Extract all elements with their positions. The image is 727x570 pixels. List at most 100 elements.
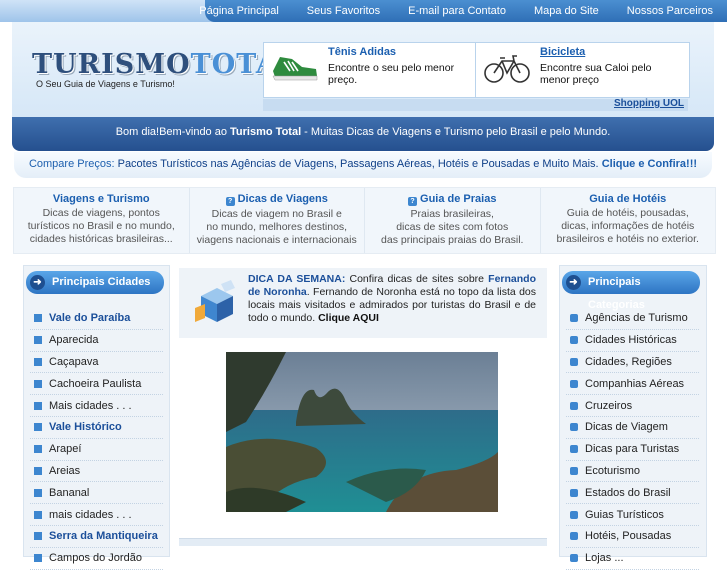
sidebar-category-label: Agências de Turismo [585, 312, 688, 325]
sidebar-cities-title: Principais Cidades [52, 276, 151, 288]
feature-line: brasileiros e hotéis no exterior. [556, 233, 699, 245]
tip-text: DICA DA SEMANA: Confira dicas de sites s… [248, 273, 536, 325]
feature-line: no mundo, melhores destinos, [206, 221, 348, 233]
sidebar-city-item[interactable]: Areias [30, 461, 163, 483]
sidebar-city-item[interactable]: mais cidades . . . [30, 504, 163, 526]
top-navigation: Página Principal Seus Favoritos E-mail p… [0, 0, 727, 22]
nav-contact-email[interactable]: E-mail para Contato [394, 5, 520, 17]
featured-photo[interactable] [226, 352, 498, 512]
bullet-square-icon [34, 423, 42, 432]
ad-sneaker-title[interactable]: Tênis Adidas [328, 46, 396, 58]
sidebar-city-label: Vale Histórico [49, 421, 122, 434]
sidebar-categories: ➜ Principais Categorias Agências de Turis… [559, 265, 707, 570]
bullet-square-icon [34, 445, 42, 454]
tip-icon [570, 357, 578, 366]
sidebar-category-item[interactable]: Cruzeiros [566, 395, 699, 417]
bullet-square-icon [34, 401, 42, 410]
site-logo[interactable]: TURISMOTOTAL [32, 49, 298, 80]
feature-title-wrap[interactable]: ? Dicas de Viagens [190, 193, 365, 206]
sidebar-category-item[interactable]: Ecoturismo [566, 461, 699, 483]
feature-line: dicas de sites com fotos [396, 221, 509, 233]
sidebar-category-item[interactable]: Guias Turísticos [566, 504, 699, 526]
feature-line: Dicas de viagem no Brasil e [211, 208, 342, 220]
sidebar-categories-header: ➜ Principais Categorias [562, 271, 700, 311]
ad-bicycle[interactable]: Bicicleta Encontre sua Caloi pelo menor … [475, 42, 690, 98]
sidebar-city-label: Aparecida [49, 334, 99, 347]
greeting-brand: Turismo Total [230, 126, 302, 138]
bullet-square-icon [34, 510, 42, 519]
sidebar-category-item[interactable]: Lojas ... [566, 548, 699, 570]
feature-title[interactable]: Guia de Praias [420, 193, 496, 205]
compare-prices-bar[interactable]: Compare Preços: Pacotes Turísticos nas A… [14, 152, 712, 178]
bicycle-icon [484, 55, 530, 83]
feature-line: das principais praias do Brasil. [381, 234, 524, 246]
category-list: Agências de Turismo Cidades Históricas Cid… [566, 308, 699, 570]
feature-line: viagens nacionais e internacionais [196, 234, 357, 246]
sidebar-city-item[interactable]: Vale do Paraíba [30, 308, 163, 330]
feature-title-wrap[interactable]: ? Guia de Praias [365, 193, 540, 206]
sidebar-city-item[interactable]: Mais cidades . . . [30, 395, 163, 417]
sneaker-icon [272, 57, 318, 81]
feature-beach-guide: ? Guia de Praias Praias brasileiras, dica… [365, 188, 541, 253]
sidebar-category-item[interactable]: Hotéis, Pousadas [566, 526, 699, 548]
bullet-square-icon [34, 488, 42, 497]
tip-icon [570, 510, 578, 519]
ad-bicycle-title[interactable]: Bicicleta [540, 46, 585, 58]
sidebar-category-item[interactable]: Companhias Aéreas [566, 373, 699, 396]
sidebar-city-item[interactable]: Bananal [30, 482, 163, 505]
sidebar-city-label: Arapeí [49, 443, 82, 456]
sidebar-city-item[interactable]: Serra da Mantiqueira [30, 526, 163, 548]
sidebar-category-label: Lojas ... [585, 552, 624, 565]
box-icon [195, 280, 235, 322]
feature-hotel-guide: Guia de Hotéis Guia de hotéis, pousadas,… [541, 188, 716, 253]
sidebar-city-label: Caçapava [49, 355, 99, 368]
feature-title[interactable]: Guia de Hotéis [541, 193, 716, 205]
sidebar-category-item[interactable]: Estados do Brasil [566, 482, 699, 505]
sidebar-city-item[interactable]: Vale Histórico [30, 417, 163, 439]
sidebar-city-label: mais cidades . . . [49, 508, 132, 521]
site-tagline: O Seu Guia de Viagens e Turismo! [36, 79, 175, 89]
tip-icon [570, 488, 578, 497]
sidebar-city-item[interactable]: Campos do Jordão [30, 548, 163, 570]
sidebar-category-item[interactable]: Dicas para Turistas [566, 439, 699, 461]
nav-home[interactable]: Página Principal [185, 5, 293, 17]
tip-icon [570, 401, 578, 410]
sidebar-category-label: Ecoturismo [585, 464, 641, 477]
welcome-banner: Bom dia!Bem-vindo ao Turismo Total - Mui… [12, 117, 714, 151]
sidebar-category-item[interactable]: Dicas de Viagem [566, 417, 699, 439]
logo-part1: TURISMO [32, 49, 191, 80]
bullet-square-icon [34, 314, 42, 323]
sidebar-city-item[interactable]: Caçapava [30, 352, 163, 374]
compare-cta-link[interactable]: Clique e Confira!!! [602, 158, 697, 170]
ad-sneaker[interactable]: Tênis Adidas Encontre o seu pelo menor p… [263, 42, 477, 98]
nav-sitemap[interactable]: Mapa do Site [520, 5, 613, 17]
compare-lead: Compare Preços: [28, 158, 115, 170]
sidebar-category-label: Guias Turísticos [585, 508, 664, 521]
feature-title[interactable]: Dicas de Viagens [238, 193, 328, 205]
sidebar-city-label: Vale do Paraíba [49, 312, 131, 325]
sidebar-city-item[interactable]: Aparecida [30, 330, 163, 352]
bullet-square-icon [34, 357, 42, 366]
feature-line: Guia de hotéis, pousadas, [566, 207, 689, 219]
sidebar-city-item[interactable]: Arapeí [30, 439, 163, 461]
sidebar-category-item[interactable]: Agências de Turismo [566, 308, 699, 330]
sidebar-category-label: Dicas para Turistas [585, 443, 680, 456]
tip-icon [570, 423, 578, 432]
nav-partners[interactable]: Nossos Parceiros [613, 5, 727, 17]
sidebar-city-label: Areias [49, 464, 81, 477]
shopping-uol-link[interactable]: Shopping UOL [614, 98, 684, 109]
tip-cta-link[interactable]: Clique AQUI [318, 312, 379, 324]
arrow-right-icon: ➜ [566, 275, 581, 290]
arrow-right-icon: ➜ [30, 275, 45, 290]
sidebar-city-item[interactable]: Cachoeira Paulista [30, 373, 163, 396]
tip-icon [570, 379, 578, 388]
sidebar-category-item[interactable]: Cidades Históricas [566, 330, 699, 352]
feature-title[interactable]: Viagens e Turismo [14, 193, 189, 205]
nav-favorites[interactable]: Seus Favoritos [293, 5, 394, 17]
feature-line: cidades históricas brasileiras... [29, 233, 173, 245]
sidebar-category-label: Dicas de Viagem [585, 421, 668, 434]
sidebar-city-label: Bananal [49, 486, 90, 499]
city-list: Vale do Paraíba Aparecida Caçapava Cachoeir… [30, 308, 163, 570]
sidebar-category-item[interactable]: Cidades, Regiões [566, 352, 699, 374]
tip-icon [570, 466, 578, 475]
